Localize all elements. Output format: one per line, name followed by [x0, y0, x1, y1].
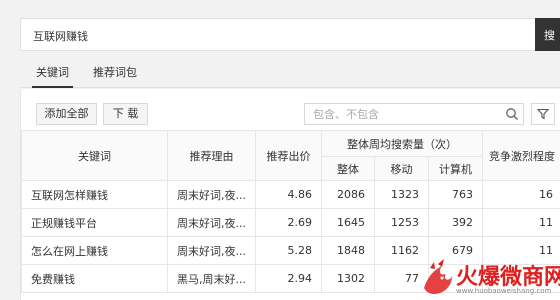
- cell-volume-mobile: 1323: [374, 180, 429, 209]
- cell-bid: 2.69: [255, 208, 322, 237]
- cell-bid: 2.94: [255, 264, 322, 293]
- cell-keyword[interactable]: 正规赚钱平台: [21, 208, 168, 237]
- table-row: 互联网怎样赚钱 周末好词,夜... 4.86 2086 1323 763 16: [21, 180, 560, 209]
- cell-reason: 周末好词,夜...: [167, 208, 256, 237]
- header-reason: 推荐理由: [167, 130, 256, 181]
- cell-volume-pc: 763: [428, 180, 483, 209]
- tab-keywords[interactable]: 关键词: [32, 64, 73, 88]
- cell-bid: 5.28: [255, 236, 322, 265]
- header-volume-mobile[interactable]: 移动: [374, 156, 429, 181]
- add-all-button[interactable]: 添加全部: [36, 103, 97, 125]
- cell-competition: 16: [482, 180, 560, 209]
- search-query-text: 互联网赚钱: [33, 30, 88, 43]
- header-volume-group: 整体周均搜索量（次）: [321, 130, 483, 157]
- cell-volume-total: 2086: [321, 180, 375, 209]
- cell-volume-total: 1848: [321, 236, 375, 265]
- header-keyword: 关键词: [21, 130, 168, 181]
- cell-keyword[interactable]: 怎么在网上赚钱: [21, 236, 168, 265]
- advanced-filter-button[interactable]: [531, 103, 555, 125]
- filter-input[interactable]: [305, 104, 495, 124]
- search-icon[interactable]: [505, 107, 519, 121]
- site-watermark: 火爆微商网 www.huobaoweishang.com: [420, 258, 560, 300]
- header-competition[interactable]: 竞争激烈程度: [482, 130, 560, 181]
- search-button-label: 搜: [544, 29, 555, 42]
- search-button[interactable]: 搜: [535, 18, 560, 51]
- cell-volume-total: 1645: [321, 208, 375, 237]
- cell-reason: 周末好词,夜...: [167, 180, 256, 209]
- cell-volume-mobile: 1253: [374, 208, 429, 237]
- cell-competition: 11: [482, 208, 560, 237]
- table-row: 正规赚钱平台 周末好词,夜... 2.69 1645 1253 392 11: [21, 208, 560, 237]
- funnel-icon: [537, 108, 549, 120]
- cell-reason: 周末好词,夜...: [167, 236, 256, 265]
- watermark-url: www.huobaoweishang.com: [456, 287, 552, 295]
- tab-bar: 关键词 推荐词包: [20, 55, 560, 88]
- cell-volume-total: 1302: [321, 264, 375, 293]
- header-volume-total[interactable]: 整体: [321, 156, 375, 181]
- dragon-logo-icon: [424, 259, 452, 294]
- header-volume-pc[interactable]: 计算机: [428, 156, 483, 181]
- cell-keyword[interactable]: 互联网怎样赚钱: [21, 180, 168, 209]
- cell-reason: 黑马,周末好...: [167, 264, 256, 293]
- tab-recommended-packages[interactable]: 推荐词包: [93, 64, 137, 80]
- keyword-search-input[interactable]: 互联网赚钱: [20, 18, 540, 51]
- cell-bid: 4.86: [255, 180, 322, 209]
- cell-keyword[interactable]: 免费赚钱: [21, 264, 168, 293]
- cell-volume-pc: 392: [428, 208, 483, 237]
- download-button[interactable]: 下 载: [103, 103, 148, 125]
- filter-field: [304, 103, 524, 125]
- header-bid[interactable]: 推荐出价: [255, 130, 322, 181]
